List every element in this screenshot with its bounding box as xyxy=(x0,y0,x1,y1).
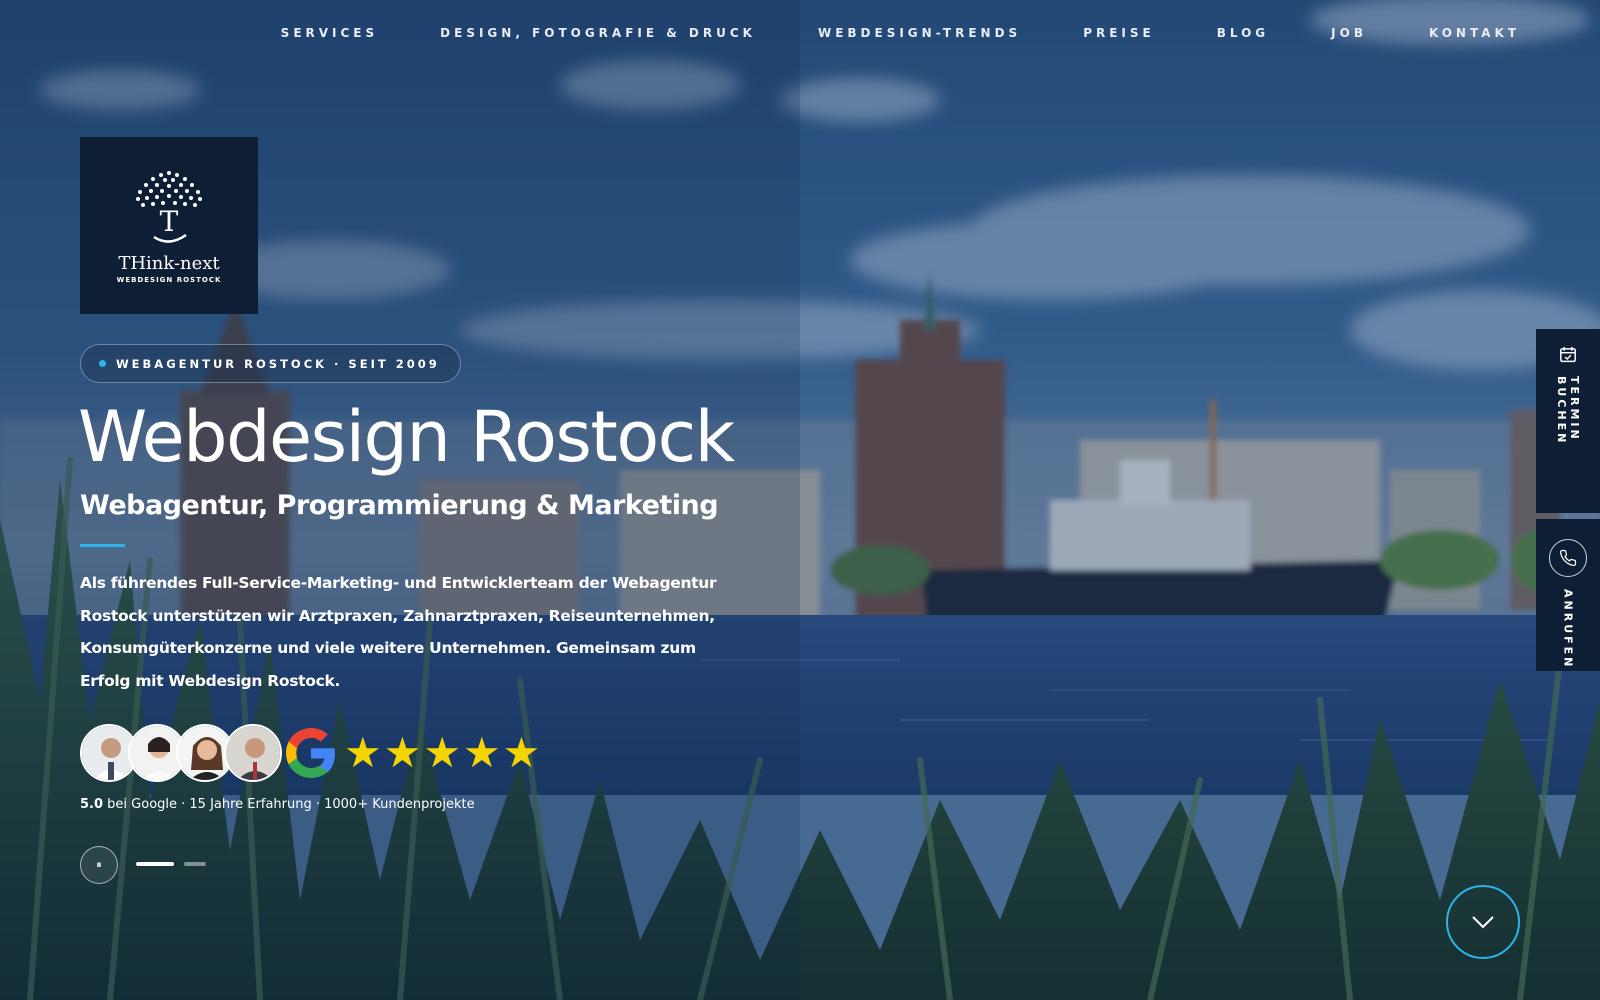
page-subtitle: Webagentur, Programmierung & Marketing xyxy=(80,490,719,521)
review-summary-text: bei Google · 15 Jahre Erfahrung · 1000+ … xyxy=(107,797,475,812)
nav-item-services[interactable]: SERVICES xyxy=(281,26,378,40)
nav-item-webdesign-trends[interactable]: WEBDESIGN-TRENDS xyxy=(818,26,1021,40)
book-appointment-tab[interactable]: TERMIN BUCHEN xyxy=(1536,329,1600,513)
logo[interactable]: T THink-next WEBDESIGN ROSTOCK xyxy=(80,137,258,314)
call-label: ANRUFEN xyxy=(1561,589,1575,670)
badge-dot-icon xyxy=(99,360,106,367)
svg-text:T: T xyxy=(160,205,179,238)
star-icon: ★ xyxy=(502,729,541,776)
google-icon xyxy=(286,728,335,778)
slider-pause-button[interactable]: ⏸ xyxy=(80,846,118,884)
pause-icon: ⏸ xyxy=(96,858,102,871)
main-navigation: SERVICES DESIGN, FOTOGRAFIE & DRUCK WEBD… xyxy=(281,26,1520,40)
phone-icon xyxy=(1549,539,1587,577)
badge-text: WEBAGENTUR ROSTOCK · SEIT 2009 xyxy=(116,356,440,371)
scroll-down-button[interactable] xyxy=(1446,885,1520,959)
star-icon: ★ xyxy=(462,729,501,776)
tree-logo-icon: T xyxy=(136,171,202,243)
slider-dot-1[interactable] xyxy=(136,862,174,866)
review-summary: 5.0 bei Google · 15 Jahre Erfahrung · 10… xyxy=(80,797,475,812)
logo-subline: WEBDESIGN ROSTOCK xyxy=(116,276,222,284)
call-tab[interactable]: ANRUFEN xyxy=(1536,519,1600,671)
nav-item-preise[interactable]: PREISE xyxy=(1083,26,1155,40)
nav-item-blog[interactable]: BLOG xyxy=(1217,26,1269,40)
star-icon: ★ xyxy=(423,729,461,776)
page-title: Webdesign Rostock xyxy=(78,396,735,478)
review-strip[interactable]: ★ ★ ★ ★ ★ xyxy=(80,724,540,782)
nav-item-job[interactable]: JOB xyxy=(1331,26,1367,40)
slider-dot-2[interactable] xyxy=(184,862,206,866)
calendar-icon xyxy=(1560,346,1576,363)
nav-item-kontakt[interactable]: KONTAKT xyxy=(1429,26,1520,40)
agency-badge: WEBAGENTUR ROSTOCK · SEIT 2009 xyxy=(80,344,461,383)
star-icon: ★ xyxy=(344,729,382,776)
star-rating: ★ ★ ★ ★ ★ xyxy=(344,732,540,774)
logo-name: THink-next xyxy=(118,253,220,274)
nav-item-design-fotografie-druck[interactable]: DESIGN, FOTOGRAFIE & DRUCK xyxy=(440,26,756,40)
book-appointment-label: TERMIN BUCHEN xyxy=(1555,376,1581,446)
star-icon: ★ xyxy=(383,729,422,776)
chevron-down-icon xyxy=(1472,916,1494,929)
hero-description: Als führendes Full-Service-Marketing- un… xyxy=(80,574,717,690)
rating-value: 5.0 xyxy=(80,797,104,812)
accent-divider xyxy=(80,544,125,547)
avatar xyxy=(224,724,282,782)
